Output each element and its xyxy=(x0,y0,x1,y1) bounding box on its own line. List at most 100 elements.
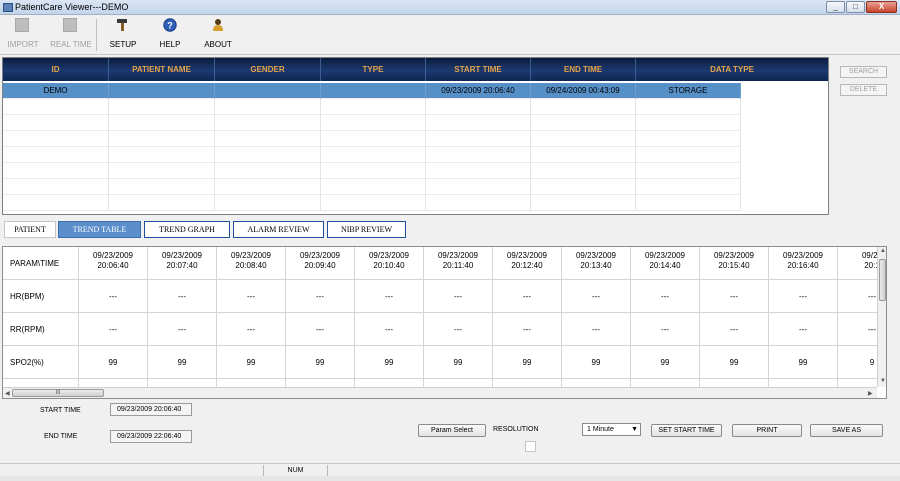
end-time-field[interactable]: 09/23/2009 22:06:40 xyxy=(110,430,192,443)
tab-trend-table[interactable]: TREND TABLE xyxy=(58,221,141,238)
column-header-id[interactable]: ID xyxy=(3,58,109,81)
empty-cell xyxy=(215,195,321,211)
cell-type[interactable] xyxy=(321,83,426,99)
time-column-header[interactable]: 09/23/2009 20:11:40 xyxy=(424,247,493,280)
set-start-time-button[interactable]: SET START TIME xyxy=(651,424,722,437)
column-header-gender[interactable]: GENDER xyxy=(215,58,321,81)
print-button[interactable]: PRINT xyxy=(732,424,802,437)
trend-value-cell[interactable]: --- xyxy=(700,280,769,313)
time-column-header[interactable]: 09/23/2009 20:08:40 xyxy=(217,247,286,280)
trend-value-cell[interactable]: --- xyxy=(286,313,355,346)
tab-alarm-review[interactable]: ALARM REVIEW xyxy=(233,221,324,238)
close-button[interactable]: X xyxy=(866,1,897,13)
tab-trend-graph[interactable]: TREND GRAPH xyxy=(144,221,230,238)
column-header-start-time[interactable]: START TIME xyxy=(426,58,531,81)
time-column-header[interactable]: 09/23/2009 20:10:40 xyxy=(355,247,424,280)
import-button[interactable]: IMPORT xyxy=(4,15,42,55)
trend-value-cell[interactable]: 99 xyxy=(493,346,562,379)
trend-value-cell[interactable]: --- xyxy=(217,280,286,313)
empty-cell xyxy=(426,195,531,211)
resolution-select-value: 1 Minute xyxy=(587,426,614,433)
cell-start-time[interactable]: 09/23/2009 20:06:40 xyxy=(426,83,531,99)
time-header-date: 09/23/2009 xyxy=(92,251,134,260)
trend-value-cell[interactable]: --- xyxy=(562,280,631,313)
trend-value-cell[interactable]: --- xyxy=(79,313,148,346)
column-header-patient-name[interactable]: PATIENT NAME xyxy=(109,58,215,81)
trend-value-cell[interactable]: --- xyxy=(493,313,562,346)
trend-value-cell[interactable]: --- xyxy=(355,313,424,346)
toolbar-separator xyxy=(96,19,97,51)
vertical-scroll-thumb[interactable] xyxy=(879,259,886,301)
trend-value-cell[interactable]: --- xyxy=(631,280,700,313)
time-column-header[interactable]: 09/23/2009 20:07:40 xyxy=(148,247,217,280)
empty-cell xyxy=(426,179,531,195)
cell-patient-name[interactable] xyxy=(109,83,215,99)
trend-value-cell[interactable]: --- xyxy=(700,313,769,346)
column-header-data-type[interactable]: DATA TYPE xyxy=(636,58,828,81)
empty-cell xyxy=(426,147,531,163)
time-column-header[interactable]: 09/23/2009 20:12:40 xyxy=(493,247,562,280)
time-column-header[interactable]: 09/23/2009 20:14:40 xyxy=(631,247,700,280)
tab-patient[interactable]: PATIENT xyxy=(4,221,56,238)
trend-value-cell[interactable]: --- xyxy=(355,280,424,313)
horizontal-scrollbar[interactable]: ◀ III ▶ xyxy=(3,387,877,398)
start-time-field[interactable]: 09/23/2009 20:06:40 xyxy=(110,403,192,416)
trend-value-cell[interactable]: 99 xyxy=(286,346,355,379)
tab-nibp-review[interactable]: NIBP REVIEW xyxy=(327,221,406,238)
column-header-end-time[interactable]: END TIME xyxy=(531,58,636,81)
trend-value-cell[interactable]: --- xyxy=(217,313,286,346)
trend-value-cell[interactable]: --- xyxy=(631,313,700,346)
column-header-type[interactable]: TYPE xyxy=(321,58,426,81)
trend-value-cell[interactable]: --- xyxy=(493,280,562,313)
trend-value-cell[interactable]: 99 xyxy=(217,346,286,379)
trend-value-cell[interactable]: --- xyxy=(79,280,148,313)
cell-end-time[interactable]: 09/24/2009 00:43:09 xyxy=(531,83,636,99)
empty-cell xyxy=(109,195,215,211)
trend-value-cell[interactable]: --- xyxy=(424,280,493,313)
search-button[interactable]: SEARCH xyxy=(840,66,887,78)
save-as-button[interactable]: SAVE AS xyxy=(810,424,883,437)
empty-cell xyxy=(636,195,741,211)
delete-button[interactable]: DELETE xyxy=(840,84,887,96)
maximize-button[interactable]: □ xyxy=(846,1,865,13)
scroll-up-icon[interactable]: ▲ xyxy=(880,248,886,254)
vertical-scrollbar[interactable]: ▲ ▼ xyxy=(877,247,886,387)
cell-gender[interactable] xyxy=(215,83,321,99)
about-icon xyxy=(213,19,223,31)
about-button[interactable]: ABOUT xyxy=(199,15,237,55)
horizontal-scroll-thumb[interactable]: III xyxy=(12,389,104,397)
trend-value-cell[interactable]: --- xyxy=(769,280,838,313)
trend-value-cell[interactable]: --- xyxy=(286,280,355,313)
trend-value-cell[interactable]: 99 xyxy=(355,346,424,379)
trend-value-cell[interactable]: --- xyxy=(148,313,217,346)
setup-button[interactable]: SETUP xyxy=(104,15,142,55)
help-button[interactable]: ? HELP xyxy=(152,15,188,55)
minimize-button[interactable]: _ xyxy=(826,1,845,13)
trend-value-cell[interactable]: 99 xyxy=(424,346,493,379)
trend-value-cell[interactable]: 99 xyxy=(79,346,148,379)
trend-value-cell[interactable]: 99 xyxy=(631,346,700,379)
scroll-right-icon[interactable]: ▶ xyxy=(868,390,873,397)
trend-value-cell[interactable]: 99 xyxy=(700,346,769,379)
param-select-button[interactable]: Param Select xyxy=(418,424,486,437)
time-column-header[interactable]: 09/23/2009 20:09:40 xyxy=(286,247,355,280)
scroll-down-icon[interactable]: ▼ xyxy=(880,378,886,384)
resolution-select[interactable]: 1 Minute ▼ xyxy=(582,423,641,436)
trend-value-cell[interactable]: --- xyxy=(424,313,493,346)
trend-value-cell[interactable]: 99 xyxy=(562,346,631,379)
cell-data-type[interactable]: STORAGE xyxy=(636,83,741,99)
time-column-header[interactable]: 09/23/2009 20:16:40 xyxy=(769,247,838,280)
resolution-checkbox[interactable] xyxy=(525,441,536,452)
cell-id[interactable]: DEMO xyxy=(3,83,109,99)
trend-value-cell[interactable]: --- xyxy=(769,313,838,346)
trend-value-cell[interactable]: --- xyxy=(562,313,631,346)
time-column-header[interactable]: 09/23/2009 20:15:40 xyxy=(700,247,769,280)
scroll-left-icon[interactable]: ◀ xyxy=(5,390,10,397)
real-time-button[interactable]: REAL TIME xyxy=(48,15,94,55)
trend-value-cell[interactable]: 99 xyxy=(148,346,217,379)
trend-value-cell[interactable]: --- xyxy=(148,280,217,313)
empty-cell xyxy=(531,179,636,195)
trend-value-cell[interactable]: 99 xyxy=(769,346,838,379)
time-column-header[interactable]: 09/23/2009 20:06:40 xyxy=(79,247,148,280)
time-column-header[interactable]: 09/23/2009 20:13:40 xyxy=(562,247,631,280)
